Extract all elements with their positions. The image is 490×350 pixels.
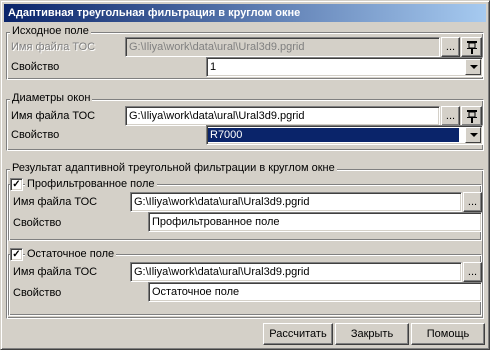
filtered-checkbox-label[interactable]: Профильтрованное поле xyxy=(25,178,157,191)
dialog-window: Адаптивная треугольная фильтрация в круг… xyxy=(0,0,490,350)
diameters-property-label: Свойство xyxy=(11,129,60,141)
diameters-file-label: Имя файла ТОС xyxy=(11,110,96,122)
source-group-legend: Исходное поле xyxy=(10,25,91,38)
diameters-clear-button[interactable] xyxy=(461,106,482,126)
diameters-browse-button[interactable]: ... xyxy=(441,106,460,126)
pin-icon xyxy=(466,110,477,123)
source-property-combo[interactable]: 1 xyxy=(206,57,483,77)
help-button[interactable]: Помощь xyxy=(411,323,485,345)
source-file-label: Имя файла ТОС xyxy=(11,41,96,53)
residual-file-field[interactable]: G:\Iliya\work\data\ural\Ural3d9.pgrid xyxy=(130,262,462,282)
filtered-file-field[interactable]: G:\Iliya\work\data\ural\Ural3d9.pgrid xyxy=(130,192,462,212)
window-title: Адаптивная треугольная фильтрация в круг… xyxy=(4,4,486,22)
residual-checkbox-label[interactable]: Остаточное поле xyxy=(25,248,117,261)
source-browse-button[interactable]: ... xyxy=(441,37,460,57)
source-property-value: 1 xyxy=(210,61,217,73)
residual-checkbox[interactable]: ✓ xyxy=(10,248,23,261)
source-clear-button[interactable] xyxy=(461,37,482,57)
residual-property-field[interactable]: Остаточное поле xyxy=(148,282,482,302)
diameters-group-legend: Диаметры окон xyxy=(10,92,93,105)
chevron-down-icon[interactable] xyxy=(465,127,481,143)
diameters-property-combo[interactable]: R7000 xyxy=(206,125,483,145)
filtered-checkbox[interactable]: ✓ xyxy=(10,178,23,191)
result-group-legend: Результат адаптивной треугольной фильтра… xyxy=(10,162,337,175)
residual-file-label: Имя файла ТОС xyxy=(13,266,98,278)
close-button[interactable]: Закрыть xyxy=(335,323,409,345)
calculate-button[interactable]: Рассчитать xyxy=(263,323,333,345)
filtered-property-field[interactable]: Профильтрованное поле xyxy=(148,212,482,232)
source-file-field[interactable]: G:\Iliya\work\data\ural\Ural3d9.pgrid xyxy=(125,37,440,57)
residual-property-label: Свойство xyxy=(13,287,62,299)
pin-icon xyxy=(466,41,477,54)
diameters-file-field[interactable]: G:\Iliya\work\data\ural\Ural3d9.pgrid xyxy=(125,106,440,126)
filtered-property-label: Свойство xyxy=(13,217,62,229)
diameters-property-value: R7000 xyxy=(208,128,459,142)
filtered-file-label: Имя файла ТОС xyxy=(13,196,98,208)
chevron-down-icon[interactable] xyxy=(465,59,481,75)
filtered-browse-button[interactable]: ... xyxy=(463,192,482,212)
residual-browse-button[interactable]: ... xyxy=(463,262,482,282)
source-property-label: Свойство xyxy=(11,61,60,73)
